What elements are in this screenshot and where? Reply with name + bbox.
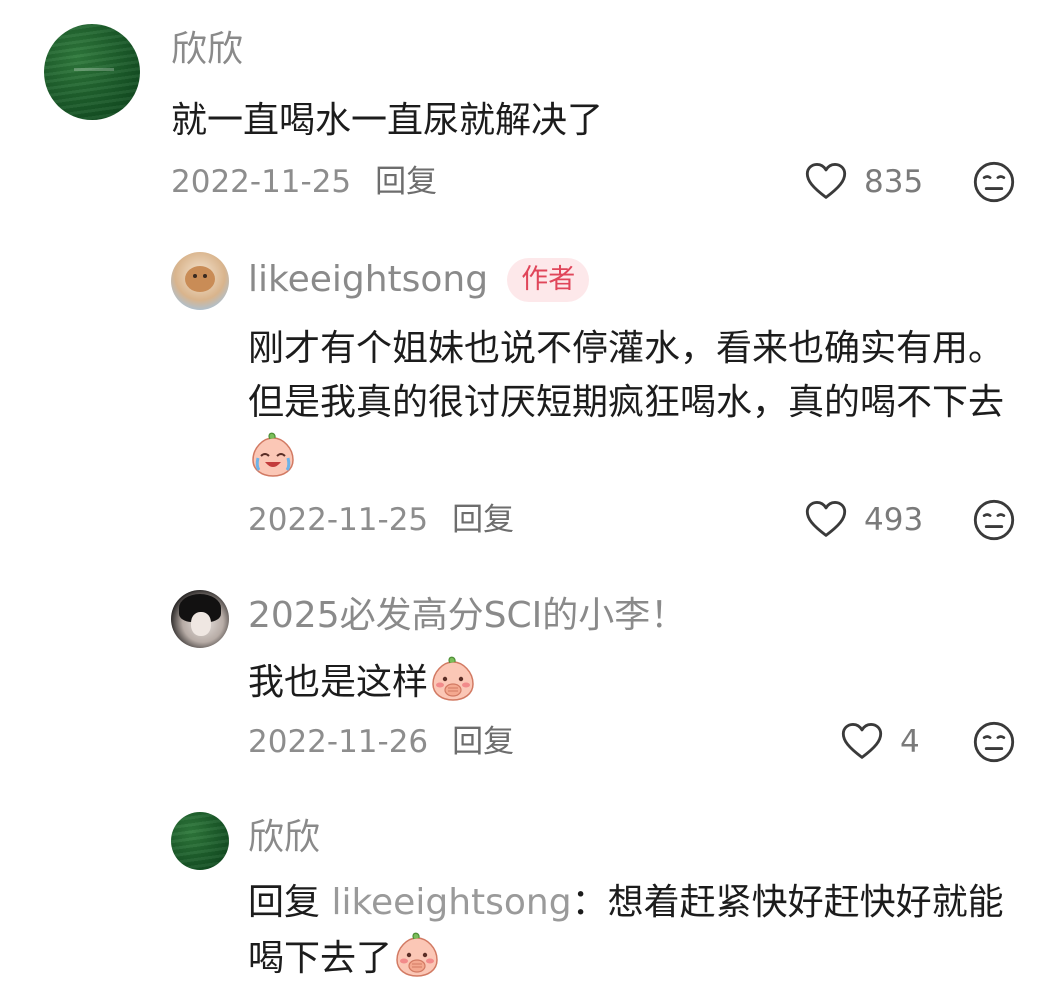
neutral-face-icon[interactable] (972, 720, 1016, 764)
comment-text: 就一直喝水一直尿就解决了 (171, 100, 604, 141)
comment-meta: 2022-11-25 回复 (171, 162, 437, 202)
comment-meta: 2022-11-25 回复 (248, 500, 514, 540)
comment-text: 刚才有个姐妹也说不停灌水，看来也确实有用。但是我真的很讨厌短期疯狂喝水，真的喝不… (248, 328, 1005, 423)
avatar[interactable] (171, 812, 229, 870)
like-count: 493 (864, 502, 924, 538)
reply-button[interactable]: 回复 (452, 502, 514, 538)
avatar[interactable] (171, 252, 229, 310)
comment-text-block: 我也是这样 (248, 654, 478, 710)
heart-icon[interactable] (804, 498, 848, 542)
author-badge: 作者 (507, 258, 590, 302)
shy-peach-icon (428, 654, 478, 704)
comment-text-block: 回复 likeeightsong：想着赶紧快好赶快好就能喝下去了 (248, 876, 1028, 986)
comment-text-block: 刚才有个姐妹也说不停灌水，看来也确实有用。但是我真的很讨厌短期疯狂喝水，真的喝不… (248, 322, 1018, 486)
comment-username[interactable]: likeeightsong (248, 260, 488, 300)
shy-peach-icon (392, 930, 442, 980)
reply-button[interactable]: 回复 (375, 164, 437, 200)
mention-colon: ： (571, 882, 608, 923)
comment-date: 2022-11-26 (248, 724, 429, 760)
neutral-face-icon[interactable] (972, 498, 1016, 542)
reply-button[interactable]: 回复 (452, 724, 514, 760)
comment-username[interactable]: 欣欣 (248, 818, 320, 858)
like-count: 835 (864, 164, 924, 200)
avatar[interactable] (171, 590, 229, 648)
heart-icon[interactable] (804, 160, 848, 204)
heart-icon[interactable] (840, 720, 884, 764)
comment-header: likeeightsong 作者 (248, 258, 590, 302)
comment-date: 2022-11-25 (171, 164, 352, 200)
like-count: 4 (900, 724, 920, 760)
reply-prefix: 回复 (248, 882, 321, 923)
comment-username[interactable]: 欣欣 (171, 30, 243, 70)
comment-meta: 2022-11-26 回复 (248, 722, 514, 762)
neutral-face-icon[interactable] (972, 160, 1016, 204)
avatar[interactable] (44, 24, 140, 120)
comment-username[interactable]: 2025必发高分SCI的小李！ (248, 596, 686, 636)
comment-date: 2022-11-25 (248, 502, 429, 538)
mention-link[interactable]: likeeightsong (331, 882, 571, 923)
comment-text: 我也是这样 (248, 662, 429, 703)
crying-laughing-peach-icon (248, 430, 298, 480)
